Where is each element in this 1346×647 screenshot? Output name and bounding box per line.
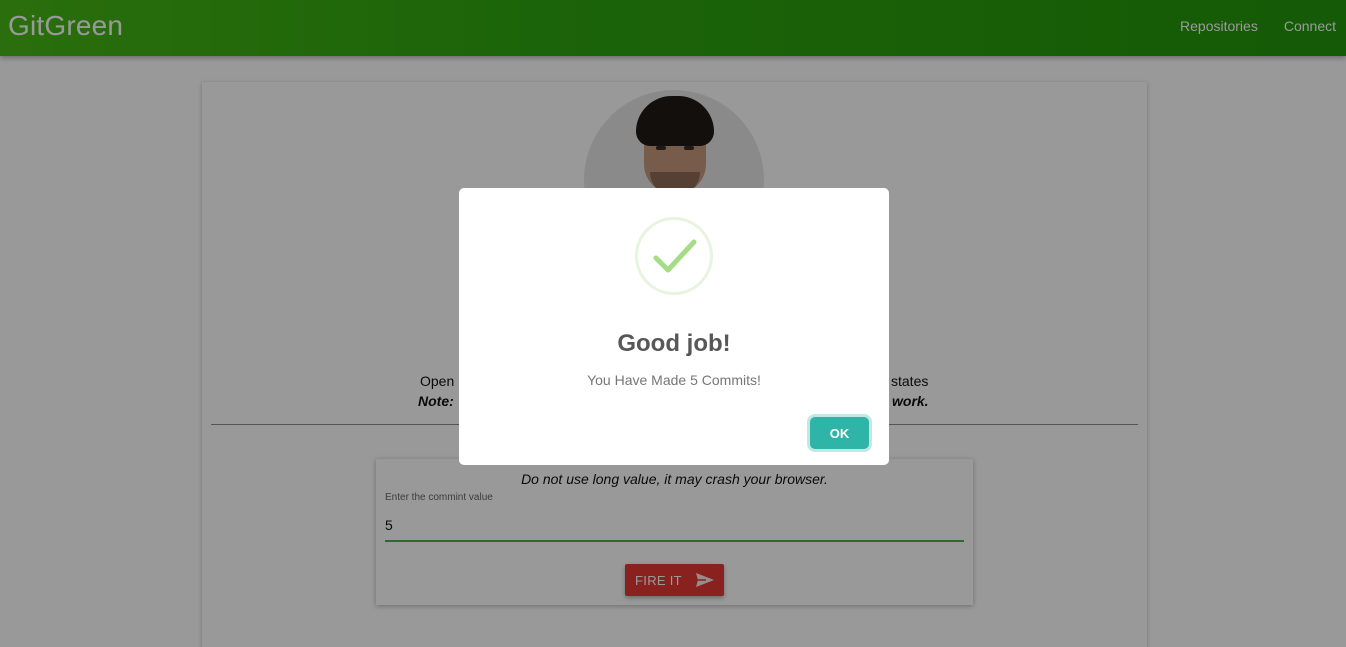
success-check-icon	[635, 217, 713, 295]
ok-button[interactable]: OK	[810, 417, 869, 449]
modal-message: You Have Made 5 Commits!	[587, 372, 761, 388]
modal-title: Good job!	[617, 330, 731, 357]
success-modal: Good job! You Have Made 5 Commits! OK	[459, 188, 889, 465]
